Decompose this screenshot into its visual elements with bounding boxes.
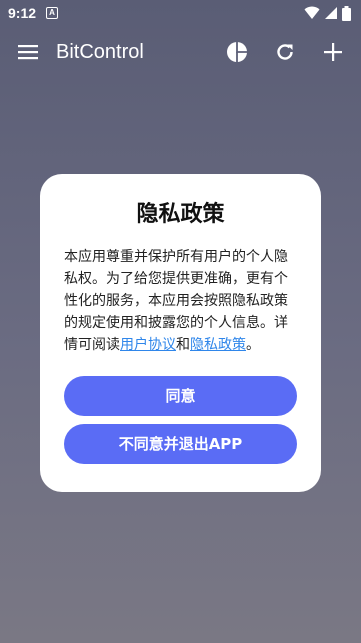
refresh-icon bbox=[277, 44, 293, 60]
status-right bbox=[304, 5, 351, 21]
add-icon bbox=[324, 43, 342, 61]
add-button[interactable] bbox=[317, 36, 349, 68]
app-title: BitControl bbox=[56, 40, 144, 63]
app-notification-icon: A bbox=[46, 7, 59, 19]
dialog-end-punct: 。 bbox=[246, 337, 260, 353]
refresh-button[interactable] bbox=[269, 36, 301, 68]
menu-icon[interactable] bbox=[16, 40, 40, 64]
disagree-exit-button[interactable]: 不同意并退出APP bbox=[64, 424, 297, 464]
app-notification-letter: A bbox=[49, 8, 55, 17]
privacy-policy-link[interactable]: 隐私政策 bbox=[190, 337, 246, 353]
status-time: 9:12 bbox=[8, 5, 37, 21]
app-actions bbox=[221, 36, 349, 68]
wifi-icon bbox=[304, 6, 320, 19]
status-left: 9:12 A bbox=[8, 5, 59, 21]
dialog-connector: 和 bbox=[176, 337, 190, 353]
pie-chart-icon bbox=[227, 42, 247, 62]
signal-icon bbox=[325, 7, 337, 19]
privacy-dialog: 隐私政策 本应用尊重并保护所有用户的个人隐私权。为了给您提供更准确，更有个性化的… bbox=[40, 174, 321, 492]
dialog-title: 隐私政策 bbox=[136, 202, 225, 227]
agree-button[interactable]: 同意 bbox=[64, 376, 297, 416]
pie-chart-button[interactable] bbox=[221, 36, 253, 68]
dialog-body: 本应用尊重并保护所有用户的个人隐私权。为了给您提供更准确，更有个性化的服务，本应… bbox=[64, 246, 297, 356]
user-agreement-link[interactable]: 用户协议 bbox=[120, 337, 176, 353]
battery-icon bbox=[342, 5, 351, 21]
status-bar: 9:12 A bbox=[0, 0, 361, 26]
app-bar: BitControl bbox=[0, 26, 361, 78]
